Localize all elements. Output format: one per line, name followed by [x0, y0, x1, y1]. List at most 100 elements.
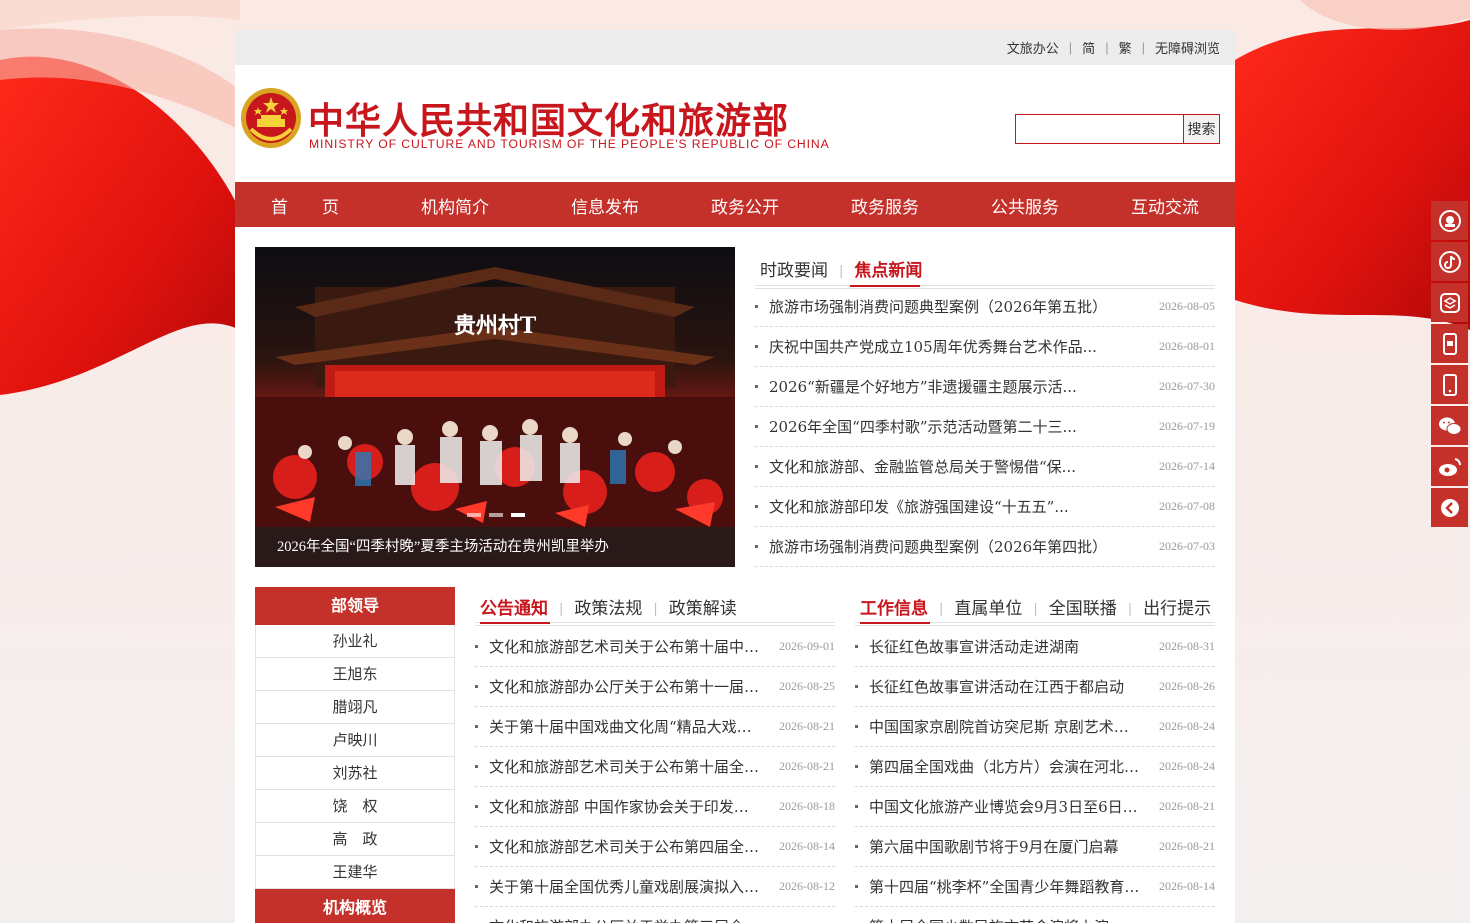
leader-name[interactable]: 腊翊凡 [255, 691, 455, 724]
nav-public-services[interactable]: 公共服务 [991, 193, 1059, 218]
leader-name[interactable]: 王旭东 [255, 658, 455, 691]
notice-title[interactable]: 文化和旅游部艺术司关于公布第十届中国戏曲文化周 [489, 636, 761, 657]
carousel-dot-active[interactable] [511, 513, 525, 517]
leader-name[interactable]: 刘苏社 [255, 757, 455, 790]
work-info-item[interactable]: 第十四届“桃李杯”全国青少年舞蹈教育成果展 2026-08-14 [855, 867, 1215, 907]
work-info-title[interactable]: 中国文化旅游产业博览会9月3日至6日举办 [869, 796, 1141, 817]
notice-title[interactable]: 文化和旅游部 中国作家协会关于印发文件 [489, 796, 761, 817]
phone-icon[interactable] [1431, 365, 1468, 404]
emblem-icon[interactable] [1431, 201, 1468, 240]
work-info-title[interactable]: 第十届全国少数民族文艺会演将上演 [869, 916, 1197, 923]
notice-title[interactable]: 文化和旅游部办公厅关于举办第三届全 [489, 916, 817, 923]
org-overview-heading[interactable]: 机构概览 [255, 889, 455, 923]
notice-title[interactable]: 文化和旅游部艺术司关于公布第十届全国戏剧 [489, 756, 761, 777]
nav-gov-services[interactable]: 政务服务 [851, 193, 919, 218]
tab-work-info[interactable]: 工作信息 [860, 594, 928, 619]
tab-notices[interactable]: 公告通知 [480, 594, 548, 619]
tab-political-news[interactable]: 时政要闻 [760, 256, 828, 281]
news-title[interactable]: 旅游市场强制消费问题典型案例（2026年第四批） [769, 536, 1141, 557]
douyin-icon[interactable] [1431, 242, 1468, 281]
tab-focus-news[interactable]: 焦点新闻 [854, 256, 922, 281]
news-item[interactable]: 文化和旅游部印发《旅游强国建设“十五五”... 2026-07-08 [755, 487, 1215, 527]
notice-item[interactable]: 文化和旅游部艺术司关于公布第十届全国戏剧 2026-08-21 [475, 747, 835, 787]
work-info-item[interactable]: 长征红色故事宣讲活动走进湖南 2026-08-31 [855, 627, 1215, 667]
work-info-item[interactable]: 中国文化旅游产业博览会9月3日至6日举办 2026-08-21 [855, 787, 1215, 827]
accessibility-link[interactable]: 无障碍浏览 [1155, 38, 1220, 57]
work-info-item[interactable]: 第十届全国少数民族文艺会演将上演 [855, 907, 1215, 923]
nav-government-affairs[interactable]: 政务公开 [711, 193, 779, 218]
nav-about[interactable]: 机构简介 [421, 193, 489, 218]
leader-name[interactable]: 饶 权 [255, 790, 455, 823]
news-item[interactable]: 旅游市场强制消费问题典型案例（2026年第四批） 2026-07-03 [755, 527, 1215, 567]
search-input[interactable] [1015, 114, 1183, 144]
leader-name[interactable]: 卢映川 [255, 724, 455, 757]
news-title[interactable]: 旅游市场强制消费问题典型案例（2026年第五批） [769, 296, 1141, 317]
news-title[interactable]: 文化和旅游部、金融监管总局关于警惕借“保... [769, 456, 1141, 477]
news-title[interactable]: 2026“新疆是个好地方”非遗援疆主题展示活... [769, 376, 1141, 397]
news-title[interactable]: 文化和旅游部印发《旅游强国建设“十五五”... [769, 496, 1141, 517]
work-info-item[interactable]: 第四届全国戏曲（北方片）会演在河北石家庄 2026-08-24 [855, 747, 1215, 787]
bullet-icon [475, 845, 478, 848]
notice-item[interactable]: 文化和旅游部 中国作家协会关于印发文件 2026-08-18 [475, 787, 835, 827]
carousel-dot[interactable] [489, 513, 503, 517]
national-emblem-icon[interactable] [239, 85, 303, 151]
back-icon[interactable] [1431, 488, 1468, 527]
nav-news[interactable]: 信息发布 [571, 193, 639, 218]
notice-title[interactable]: 关于第十届全国优秀儿童戏剧展演拟入选剧目 [489, 876, 761, 897]
news-date: 2026-07-14 [1159, 459, 1215, 473]
notice-title[interactable]: 关于第十届中国戏曲文化周“精品大戏展演” [489, 716, 761, 737]
work-info-title[interactable]: 长征红色故事宣讲活动在江西于都启动 [869, 676, 1141, 697]
tab-policy-interpretation[interactable]: 政策解读 [669, 594, 737, 619]
oa-link[interactable]: 文旅办公 [1007, 38, 1059, 57]
mobile-service-icon[interactable] [1431, 324, 1468, 363]
notice-item[interactable]: 关于第十届全国优秀儿童戏剧展演拟入选剧目 2026-08-12 [475, 867, 835, 907]
news-item[interactable]: 2026“新疆是个好地方”非遗援疆主题展示活... 2026-07-30 [755, 367, 1215, 407]
carousel-caption[interactable]: 2026年全国“四季村晚”夏季主场活动在贵州凯里举办 [255, 527, 735, 567]
weibo-icon[interactable] [1431, 447, 1468, 486]
news-item[interactable]: 庆祝中国共产党成立105周年优秀舞台艺术作品... 2026-08-01 [755, 327, 1215, 367]
leader-name[interactable]: 孙业礼 [255, 625, 455, 658]
work-info-title[interactable]: 第四届全国戏曲（北方片）会演在河北石家庄 [869, 756, 1141, 777]
search-button[interactable]: 搜索 [1183, 114, 1220, 144]
tab-national-broadcast[interactable]: 全国联播 [1049, 594, 1117, 619]
work-info-item[interactable]: 中国国家京剧院首访突尼斯 京剧艺术绽放 2026-08-24 [855, 707, 1215, 747]
tab-affiliated-units[interactable]: 直属单位 [954, 594, 1022, 619]
notice-item[interactable]: 关于第十届中国戏曲文化周“精品大戏展演” 2026-08-21 [475, 707, 835, 747]
nav-home[interactable]: 首 页 [271, 193, 339, 218]
notice-item[interactable]: 文化和旅游部办公厅关于公布第十一届全国非遗 2026-08-25 [475, 667, 835, 707]
tab-regulations[interactable]: 政策法规 [574, 594, 642, 619]
app-icon[interactable] [1431, 283, 1468, 322]
stage-sign: 贵州村T [454, 313, 537, 339]
nav-interaction[interactable]: 互动交流 [1131, 193, 1199, 218]
wechat-icon[interactable] [1431, 406, 1468, 445]
notice-title[interactable]: 文化和旅游部艺术司关于公布第四届全国优秀 [489, 836, 761, 857]
traditional-link[interactable]: 繁 [1119, 38, 1132, 57]
bullet-icon [475, 805, 478, 808]
work-info-item[interactable]: 第六届中国歌剧节将于9月在厦门启幕 2026-08-21 [855, 827, 1215, 867]
work-info-title[interactable]: 第六届中国歌剧节将于9月在厦门启幕 [869, 836, 1141, 857]
news-carousel[interactable]: 贵州村T 2026年全国“四季村晚”夏季主场活动在贵州凯里举办 [255, 247, 735, 567]
leaders-heading: 部领导 [255, 587, 455, 625]
news-item[interactable]: 2026年全国“四季村歌”示范活动暨第二十三... 2026-07-19 [755, 407, 1215, 447]
leader-name[interactable]: 王建华 [255, 856, 455, 889]
work-info-title[interactable]: 长征红色故事宣讲活动走进湖南 [869, 636, 1141, 657]
work-info-title[interactable]: 第十四届“桃李杯”全国青少年舞蹈教育成果展 [869, 876, 1141, 897]
work-info-title[interactable]: 中国国家京剧院首访突尼斯 京剧艺术绽放 [869, 716, 1141, 737]
notice-date: 2026-08-21 [779, 719, 835, 733]
notice-item[interactable]: 文化和旅游部艺术司关于公布第十届中国戏曲文化周 2026-09-01 [475, 627, 835, 667]
tab-travel-tips[interactable]: 出行提示 [1143, 594, 1211, 619]
news-item[interactable]: 旅游市场强制消费问题典型案例（2026年第五批） 2026-08-05 [755, 287, 1215, 327]
carousel-dot[interactable] [467, 513, 481, 517]
simplified-link[interactable]: 简 [1082, 38, 1095, 57]
leader-name[interactable]: 高 政 [255, 823, 455, 856]
notice-item[interactable]: 文化和旅游部艺术司关于公布第四届全国优秀 2026-08-14 [475, 827, 835, 867]
work-info-item[interactable]: 长征红色故事宣讲活动在江西于都启动 2026-08-26 [855, 667, 1215, 707]
work-info-date: 2026-08-21 [1159, 799, 1215, 813]
news-tabs: 时政要闻 | 焦点新闻 [760, 256, 922, 281]
news-title[interactable]: 庆祝中国共产党成立105周年优秀舞台艺术作品... [769, 336, 1141, 357]
news-title[interactable]: 2026年全国“四季村歌”示范活动暨第二十三... [769, 416, 1141, 437]
news-item[interactable]: 文化和旅游部、金融监管总局关于警惕借“保... 2026-07-14 [755, 447, 1215, 487]
notice-title[interactable]: 文化和旅游部办公厅关于公布第十一届全国非遗 [489, 676, 761, 697]
notice-item[interactable]: 文化和旅游部办公厅关于举办第三届全 [475, 907, 835, 923]
carousel-dots [467, 513, 525, 517]
